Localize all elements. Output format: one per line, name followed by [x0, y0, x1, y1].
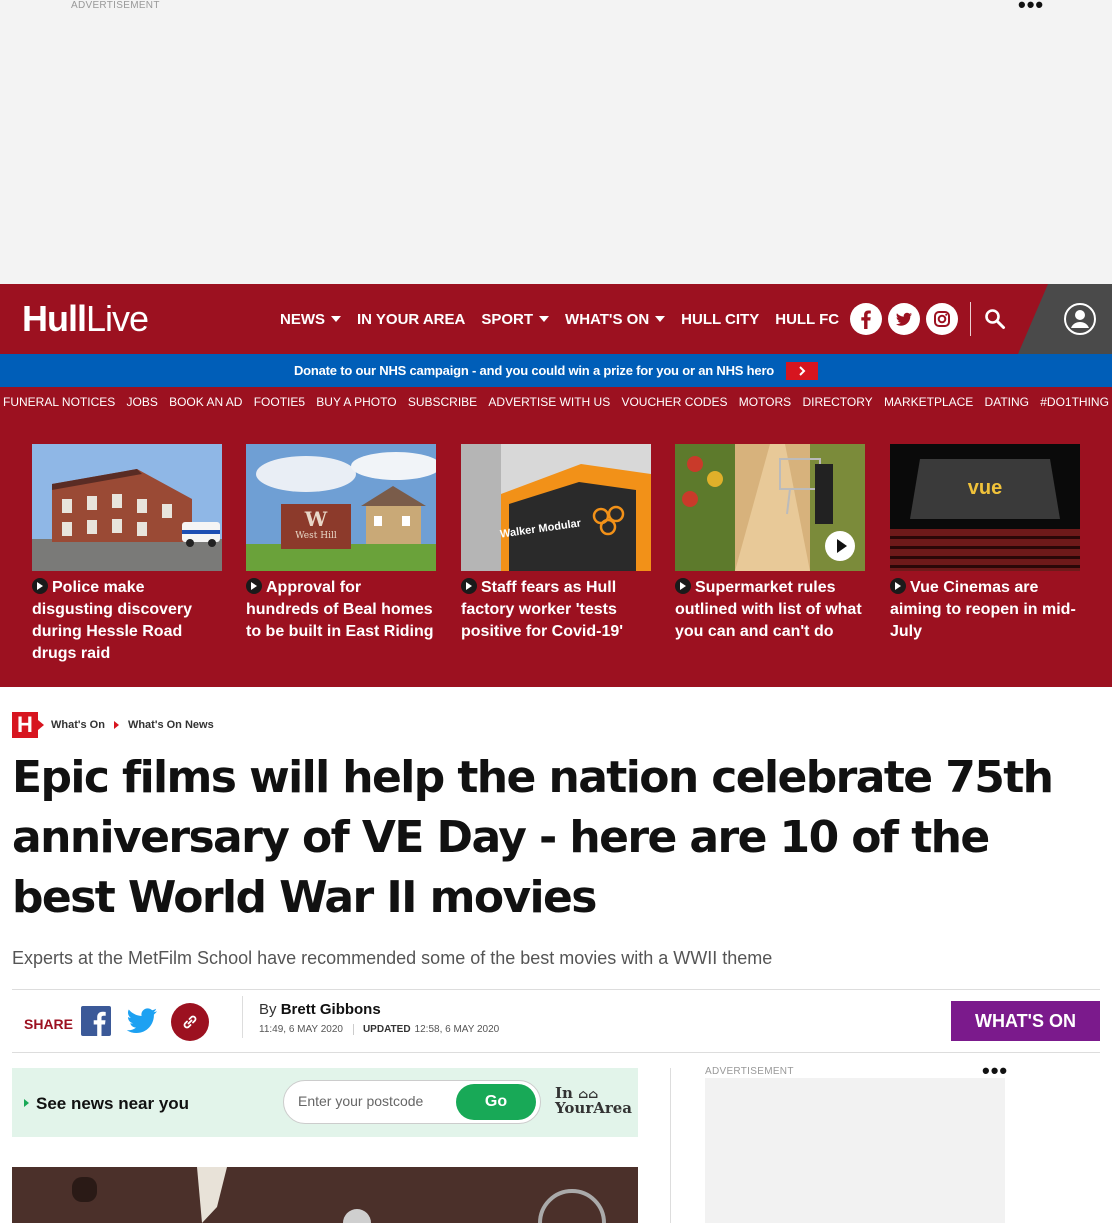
nav-news[interactable]: NEWS [280, 311, 341, 328]
share-twitter-icon[interactable] [126, 1007, 158, 1040]
subnav-jobs[interactable]: JOBS [127, 395, 158, 409]
top-advertisement: ADVERTISEMENT ••• [0, 0, 1112, 284]
cinema-logo-text: vue [968, 477, 1002, 499]
share-facebook-icon[interactable] [81, 1006, 111, 1036]
trending-card[interactable]: Walker Modular Staff fears as Hull facto… [461, 444, 651, 643]
share-label: SHARE [24, 1016, 74, 1032]
twitter-icon[interactable] [888, 303, 920, 335]
in-your-area-widget: See news near you Go In ⌂⌂ YourArea [12, 1068, 638, 1137]
header-divider [970, 302, 971, 336]
section-logo[interactable]: H [12, 712, 44, 738]
ad-label: ADVERTISEMENT [705, 1066, 794, 1077]
trending-card[interactable]: vue Vue Cinemas are aiming to reopen in … [890, 444, 1080, 643]
instagram-icon[interactable] [926, 303, 958, 335]
article-dates: 11:49, 6 MAY 2020 UPDATED 12:58, 6 MAY 2… [259, 1024, 499, 1035]
divider [242, 996, 243, 1038]
subnav-do1thing[interactable]: #DO1THING [1040, 395, 1109, 409]
donate-text: Donate to our NHS campaign - and you cou… [293, 363, 775, 378]
secondary-nav: FUNERAL NOTICES JOBS BOOK AN AD FOOTIE5 … [0, 387, 1112, 417]
nav-hull-fc[interactable]: HULL FC [775, 311, 839, 328]
article-headline: Epic films will help the nation celebrat… [12, 752, 1054, 923]
nav-in-your-area[interactable]: IN YOUR AREA [357, 311, 465, 328]
subnav-funeral-notices[interactable]: FUNERAL NOTICES [3, 395, 115, 409]
ad-options-icon[interactable]: ••• [1018, 0, 1044, 16]
arrow-right-icon [24, 1099, 29, 1107]
breadcrumb: H What's On What's On News [12, 712, 214, 738]
trending-card[interactable]: Police make disgusting discovery during … [32, 444, 222, 665]
donate-arrow-button[interactable] [786, 361, 819, 380]
arrow-right-icon [890, 578, 906, 594]
article-standfirst: Experts at the MetFilm School have recom… [12, 948, 773, 968]
chevron-right-icon [113, 721, 119, 729]
copy-link-icon[interactable] [171, 1003, 209, 1041]
sign-text: West Hill [295, 531, 337, 541]
subnav-dating[interactable]: DATING [985, 395, 1029, 409]
author-name[interactable]: Brett Gibbons [281, 1001, 381, 1018]
updated-label: UPDATED [352, 1024, 411, 1035]
nav-hull-city[interactable]: HULL CITY [681, 311, 759, 328]
chevron-down-icon [655, 316, 666, 322]
trending-image[interactable]: vue [890, 444, 1080, 571]
breadcrumb-whats-on[interactable]: What's On [51, 719, 105, 731]
trending-image[interactable] [32, 444, 222, 571]
subnav-book-an-ad[interactable]: BOOK AN AD [169, 395, 242, 409]
trending-card[interactable]: Supermarket rules outlined with list of … [675, 444, 865, 643]
trending-title[interactable]: Staff fears as Hull factory worker 'test… [461, 579, 623, 640]
trending-title[interactable]: Vue Cinemas are aiming to reopen in mid-… [890, 579, 1076, 640]
postcode-input[interactable] [298, 1093, 448, 1109]
trending-title[interactable]: Supermarket rules outlined with list of … [675, 579, 862, 640]
arrow-right-icon [461, 578, 477, 594]
subnav-footie5[interactable]: FOOTIE5 [254, 395, 305, 409]
account-panel[interactable] [1018, 284, 1112, 354]
trending-title[interactable]: Police make disgusting discovery during … [32, 579, 192, 662]
site-header: HullLive NEWS IN YOUR AREA SPORT WHAT'S … [0, 284, 1112, 354]
site-logo[interactable]: HullLive [22, 300, 149, 338]
subnav-subscribe[interactable]: SUBSCRIBE [408, 395, 477, 409]
subnav-directory[interactable]: DIRECTORY [802, 395, 872, 409]
nav-whats-on[interactable]: WHAT'S ON [565, 311, 666, 328]
arrow-right-icon [32, 578, 48, 594]
subnav-advertise[interactable]: ADVERTISE WITH US [488, 395, 610, 409]
column-divider [670, 1068, 671, 1223]
chevron-down-icon [331, 316, 341, 322]
section-badge[interactable]: WHAT'S ON [951, 1001, 1100, 1041]
divider [12, 989, 1100, 990]
trending-card[interactable]: West Hill W Approval for hundreds of Bea… [246, 444, 436, 643]
iya-label: See news near you [36, 1094, 190, 1113]
play-video-icon[interactable] [825, 531, 855, 561]
published-time: 11:49, 6 MAY 2020 [259, 1024, 343, 1035]
main-nav: NEWS IN YOUR AREA SPORT WHAT'S ON HULL C… [272, 284, 847, 354]
donate-banner[interactable]: Donate to our NHS campaign - and you cou… [0, 354, 1112, 387]
byline: By Brett Gibbons [259, 1001, 381, 1018]
ad-label: ADVERTISEMENT [71, 0, 160, 11]
arrow-right-icon [246, 578, 262, 594]
breadcrumb-whats-on-news[interactable]: What's On News [128, 719, 214, 731]
search-icon[interactable] [980, 302, 1010, 336]
nav-sport[interactable]: SPORT [481, 311, 550, 328]
trending-strip: Police make disgusting discovery during … [0, 417, 1112, 687]
article-hero-image[interactable] [12, 1167, 638, 1223]
postcode-form: Go [283, 1080, 541, 1124]
chevron-down-icon [539, 316, 550, 322]
inyourarea-logo[interactable]: In ⌂⌂ YourArea [555, 1086, 632, 1116]
facebook-icon[interactable] [850, 303, 882, 335]
arrow-right-icon [675, 578, 691, 594]
subnav-motors[interactable]: MOTORS [739, 395, 791, 409]
user-icon[interactable] [1064, 303, 1096, 335]
trending-image[interactable] [675, 444, 865, 571]
trending-image[interactable]: Walker Modular [461, 444, 651, 571]
go-button[interactable]: Go [456, 1084, 536, 1120]
trending-image[interactable]: West Hill W [246, 444, 436, 571]
subnav-marketplace[interactable]: MARKETPLACE [884, 395, 973, 409]
subnav-buy-a-photo[interactable]: BUY A PHOTO [316, 395, 396, 409]
ad-options-icon[interactable]: ••• [982, 1060, 1008, 1082]
subnav-voucher-codes[interactable]: VOUCHER CODES [621, 395, 727, 409]
svg-text:W: W [304, 507, 328, 531]
divider [12, 1052, 1100, 1053]
trending-title[interactable]: Approval for hundreds of Beal homes to b… [246, 579, 434, 640]
sidebar-advertisement[interactable] [705, 1078, 1005, 1223]
updated-time: 12:58, 6 MAY 2020 [414, 1024, 500, 1035]
